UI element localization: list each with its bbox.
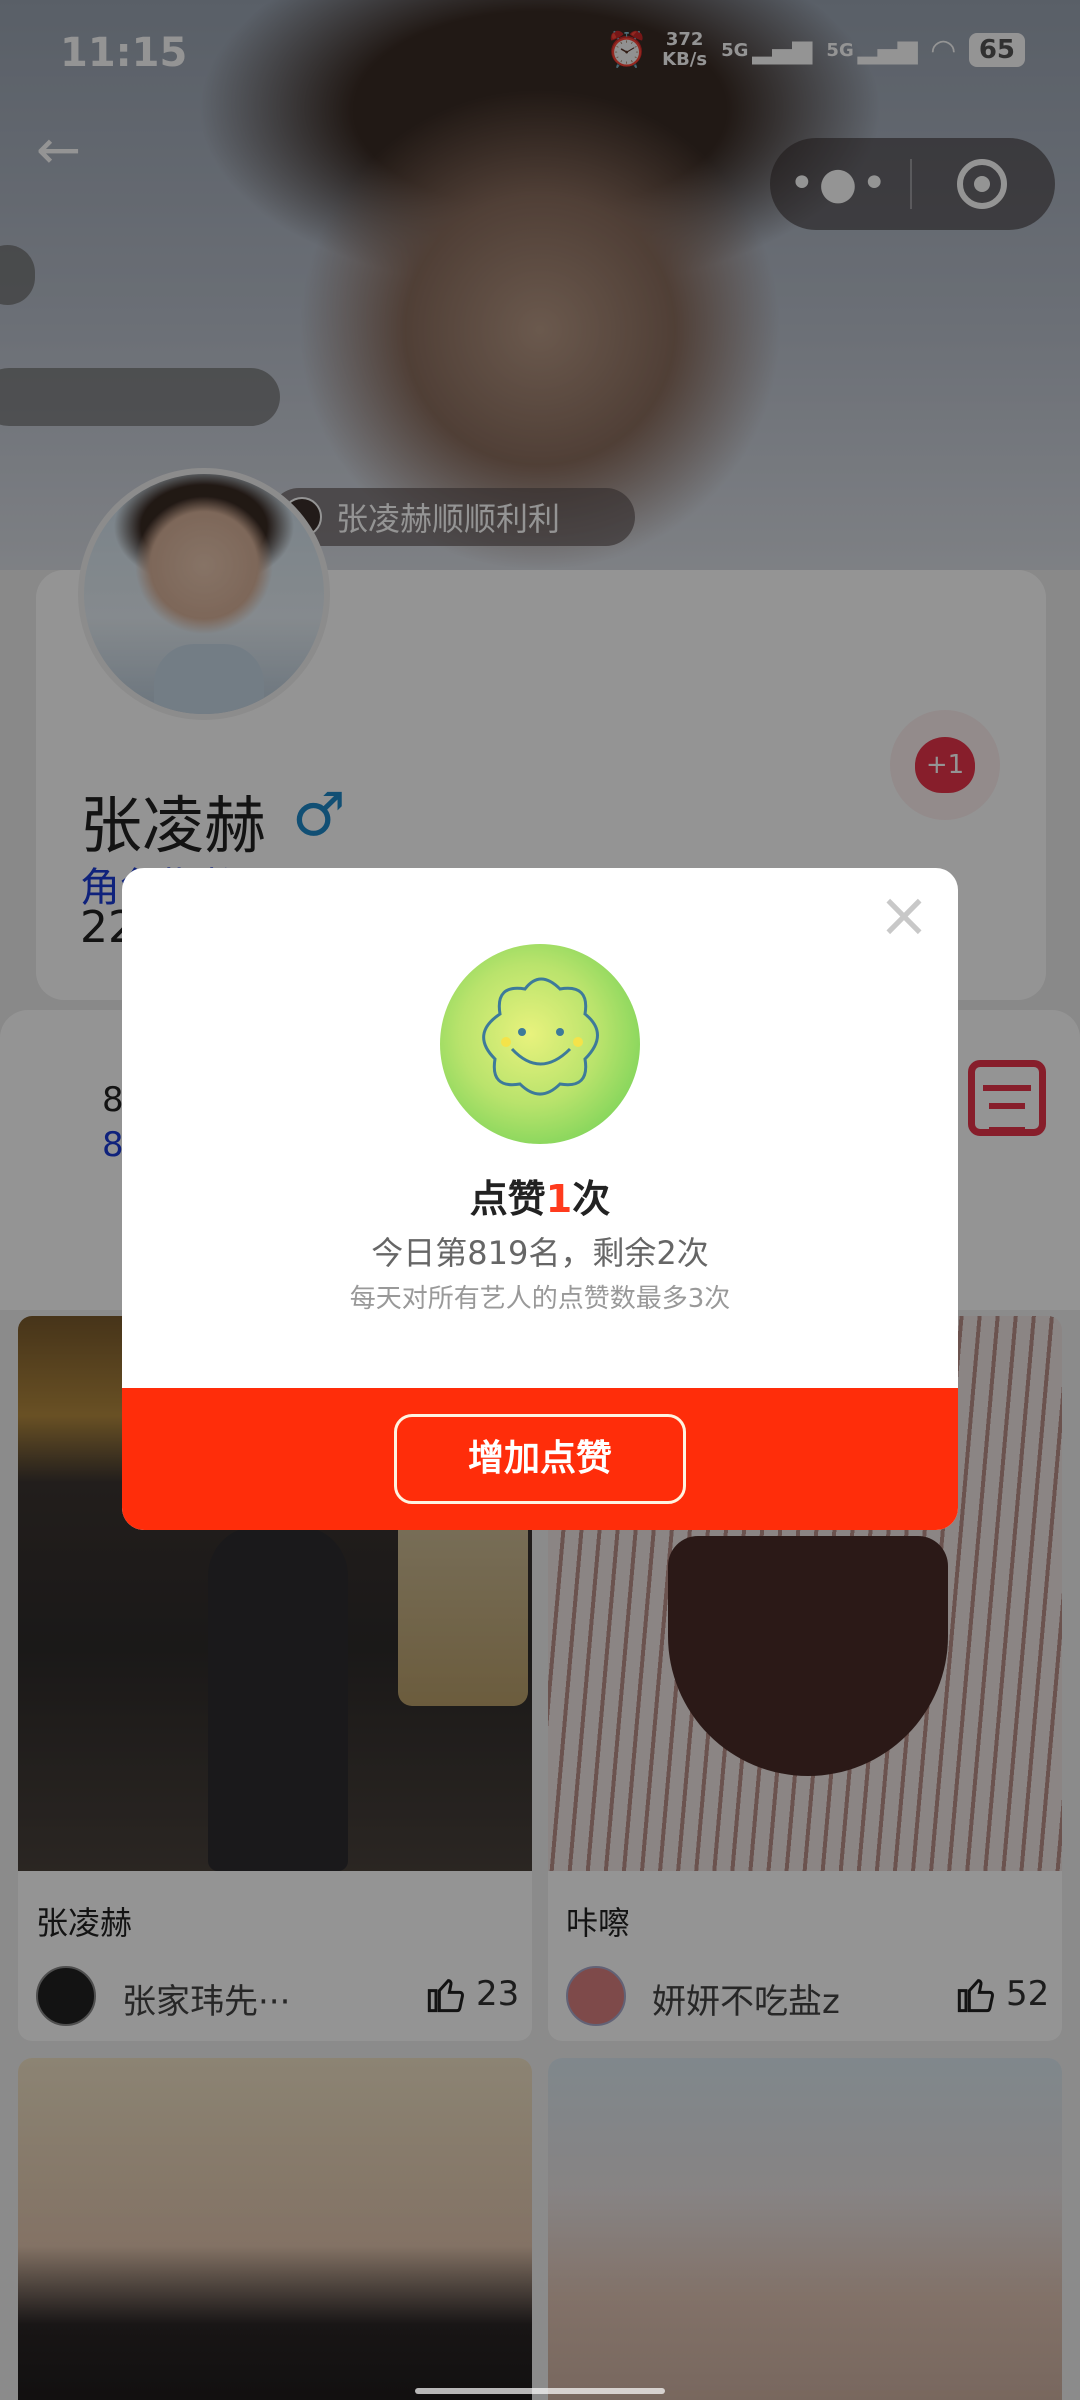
dialog-limit-note: 每天对所有艺人的点赞数最多3次	[349, 1284, 731, 1314]
smiley-flower-icon	[440, 944, 640, 1144]
like-dialog: × 点赞1次 今日第819名，剩余2次 每天对所有艺人的点赞数最多3次 增加点赞	[122, 868, 958, 1530]
like-count-highlight: 1	[545, 1177, 573, 1221]
dialog-footer: 增加点赞	[122, 1388, 958, 1530]
dialog-rank-text: 今日第819名，剩余2次	[371, 1234, 709, 1272]
dialog-title: 点赞1次	[469, 1177, 611, 1221]
home-indicator[interactable]	[415, 2388, 665, 2394]
close-icon[interactable]: ×	[878, 884, 930, 946]
add-like-button[interactable]: 增加点赞	[394, 1414, 686, 1504]
